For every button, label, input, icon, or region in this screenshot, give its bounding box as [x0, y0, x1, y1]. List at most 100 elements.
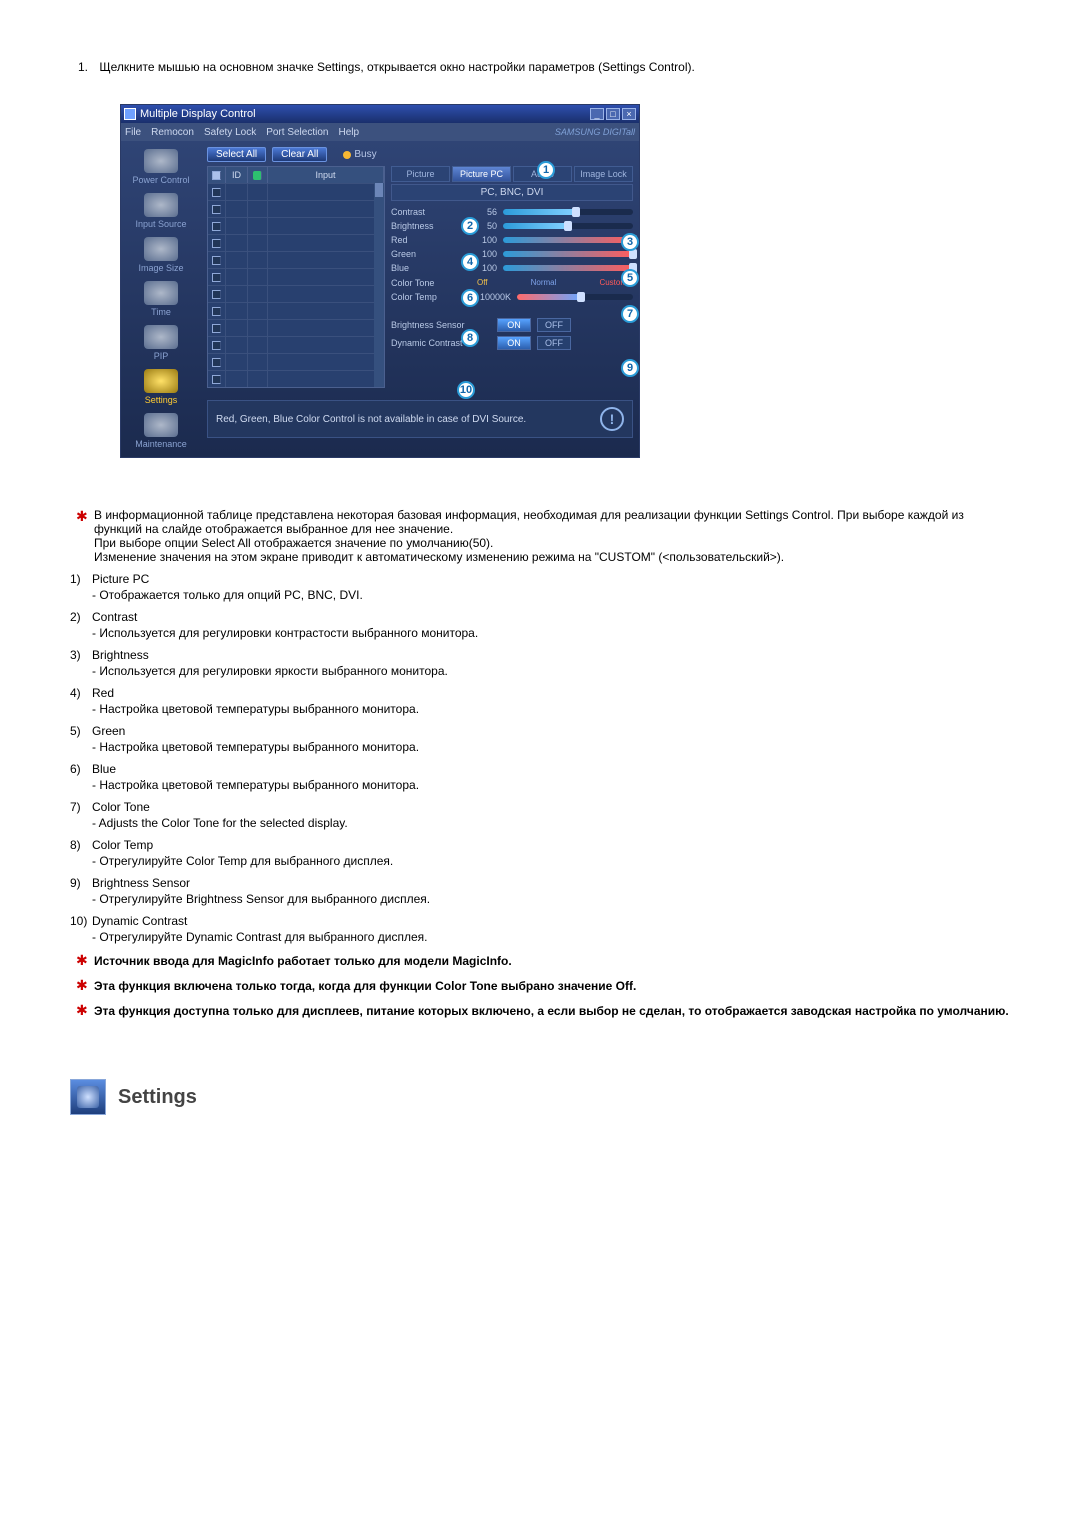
color-temp-slider[interactable] [517, 294, 633, 300]
row-checkbox[interactable] [212, 290, 221, 299]
menu-port-selection[interactable]: Port Selection [266, 127, 328, 138]
callout-10: 10 [457, 381, 475, 399]
table-row[interactable] [208, 183, 384, 200]
brand-label: SAMSUNG DIGITall [555, 127, 635, 137]
list-item-desc: - Отрегулируйте Dynamic Contrast для выб… [92, 930, 1010, 944]
list-item-desc: - Отрегулируйте Brightness Sensor для вы… [92, 892, 1010, 906]
grid-header-input: Input [268, 167, 384, 183]
tab-picture-pc[interactable]: Picture PC [452, 166, 511, 182]
menu-remocon[interactable]: Remocon [151, 127, 194, 138]
tab-image-lock[interactable]: Image Lock [574, 166, 633, 182]
row-checkbox[interactable] [212, 375, 221, 384]
color-tone-normal[interactable]: Normal [525, 277, 563, 288]
table-row[interactable] [208, 370, 384, 387]
grid-scrollbar[interactable] [374, 183, 384, 387]
table-row[interactable] [208, 285, 384, 302]
dynamic-contrast-on[interactable]: ON [497, 336, 531, 350]
titlebar: Multiple Display Control _ □ × [121, 105, 639, 123]
intro-line: 1. Щелкните мышью на основном значке Set… [78, 60, 1010, 74]
brightness-sensor-on[interactable]: ON [497, 318, 531, 332]
select-all-button[interactable]: Select All [207, 147, 266, 162]
intro-number: 1. [78, 60, 96, 74]
grid-header-id: ID [226, 167, 248, 183]
table-row[interactable] [208, 268, 384, 285]
brightness-sensor-off[interactable]: OFF [537, 318, 571, 332]
row-dynamic-contrast: Dynamic Contrast ON OFF [391, 336, 633, 350]
row-checkbox[interactable] [212, 324, 221, 333]
contrast-slider[interactable] [503, 209, 633, 215]
pip-icon [144, 325, 178, 349]
source-header: PC, BNC, DVI [391, 184, 633, 201]
tab-picture[interactable]: Picture [391, 166, 450, 182]
row-checkbox[interactable] [212, 256, 221, 265]
row-checkbox[interactable] [212, 239, 221, 248]
sidebar-item-pip[interactable]: PIP [125, 325, 197, 361]
row-checkbox[interactable] [212, 222, 221, 231]
clear-all-button[interactable]: Clear All [272, 147, 327, 162]
app-icon [124, 108, 136, 120]
list-item-desc: - Отрегулируйте Color Temp для выбранног… [92, 854, 1010, 868]
table-row[interactable] [208, 302, 384, 319]
menu-file[interactable]: File [125, 127, 141, 138]
sidebar-item-time[interactable]: Time [125, 281, 197, 317]
row-checkbox[interactable] [212, 273, 221, 282]
sidebar-item-input-source[interactable]: Input Source [125, 193, 197, 229]
minimize-button[interactable]: _ [590, 108, 604, 120]
row-checkbox[interactable] [212, 341, 221, 350]
list-item-desc: - Настройка цветовой температуры выбранн… [92, 702, 1010, 716]
section-heading: Settings [70, 1079, 1010, 1115]
star-icon: ✱ [76, 977, 90, 994]
window-title: Multiple Display Control [140, 108, 256, 120]
sidebar-item-settings[interactable]: Settings [125, 369, 197, 405]
table-row[interactable] [208, 217, 384, 234]
row-checkbox[interactable] [212, 307, 221, 316]
row-checkbox[interactable] [212, 358, 221, 367]
dynamic-contrast-off[interactable]: OFF [537, 336, 571, 350]
row-brightness-sensor: Brightness Sensor ON OFF [391, 318, 633, 332]
close-button[interactable]: × [622, 108, 636, 120]
callout-1: 1 [537, 161, 555, 179]
time-icon [144, 281, 178, 305]
list-item: 3)Brightness [70, 648, 1010, 662]
table-row[interactable] [208, 234, 384, 251]
list-item-desc: - Используется для регулировки яркости в… [92, 664, 1010, 678]
table-row[interactable] [208, 251, 384, 268]
callout-7: 7 [621, 305, 639, 323]
row-checkbox[interactable] [212, 205, 221, 214]
list-item-desc: - Отображается только для опций PC, BNC,… [92, 588, 1010, 602]
table-row[interactable] [208, 336, 384, 353]
grid-header-check[interactable] [208, 167, 226, 183]
menu-safety-lock[interactable]: Safety Lock [204, 127, 256, 138]
grid-header-status [248, 167, 268, 183]
busy-indicator: Busy [343, 149, 376, 160]
row-color-tone: Color Tone Off Normal Custom [391, 277, 633, 288]
brightness-slider[interactable] [503, 223, 633, 229]
table-row[interactable] [208, 200, 384, 217]
green-slider[interactable] [503, 251, 633, 257]
maximize-button[interactable]: □ [606, 108, 620, 120]
list-item: 2)Contrast [70, 610, 1010, 624]
status-icon [253, 171, 262, 180]
intro-text: Щелкните мышью на основном значке Settin… [99, 60, 694, 74]
row-color-temp: Color Temp 10000K [391, 292, 633, 302]
table-row[interactable] [208, 319, 384, 336]
settings-icon [144, 369, 178, 393]
blue-slider[interactable] [503, 265, 633, 271]
footer-note: Red, Green, Blue Color Control is not av… [207, 400, 633, 438]
sidebar-item-power-control[interactable]: Power Control [125, 149, 197, 185]
sidebar-item-maintenance[interactable]: Maintenance [125, 413, 197, 449]
callout-4: 4 [461, 253, 479, 271]
table-row[interactable] [208, 353, 384, 370]
callout-2: 2 [461, 217, 479, 235]
star-icon: ✱ [76, 508, 90, 564]
red-slider[interactable] [503, 237, 633, 243]
scrollbar-thumb[interactable] [375, 183, 383, 197]
color-tone-off[interactable]: Off [471, 277, 494, 288]
settings-cube-icon [70, 1079, 106, 1115]
row-checkbox[interactable] [212, 188, 221, 197]
callout-6: 6 [461, 289, 479, 307]
list-item: 5)Green [70, 724, 1010, 738]
callout-9: 9 [621, 359, 639, 377]
sidebar-item-image-size[interactable]: Image Size [125, 237, 197, 273]
menu-help[interactable]: Help [338, 127, 359, 138]
